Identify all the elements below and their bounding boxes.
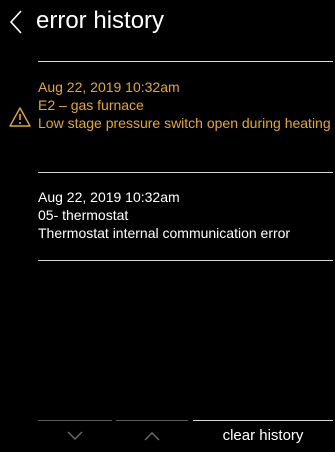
button-divider — [116, 420, 188, 421]
error-timestamp: Aug 22, 2019 10:32am — [38, 189, 180, 205]
divider — [38, 260, 333, 261]
header: error history — [0, 0, 335, 44]
clear-history-button[interactable]: clear history — [193, 420, 333, 452]
warning-icon — [9, 107, 31, 127]
error-source: E2 – gas furnace — [38, 97, 144, 113]
chevron-left-icon — [9, 10, 22, 34]
error-message: Thermostat internal communication error — [38, 225, 291, 241]
error-source: 05- thermostat — [38, 207, 129, 223]
back-button[interactable] — [6, 8, 28, 36]
scroll-down-button[interactable] — [38, 420, 112, 452]
scroll-up-button[interactable] — [116, 420, 188, 452]
error-entry[interactable]: Aug 22, 2019 10:32am E2 – gas furnace Lo… — [38, 78, 333, 132]
chevron-up-icon — [144, 432, 160, 441]
error-timestamp: Aug 22, 2019 10:32am — [38, 79, 180, 95]
button-divider — [193, 420, 333, 421]
divider — [38, 61, 333, 62]
clear-history-label: clear history — [222, 427, 304, 444]
chevron-down-icon — [67, 431, 83, 440]
button-divider — [38, 420, 112, 421]
error-message: Low stage pressure switch open during he… — [38, 115, 331, 131]
page-title: error history — [36, 7, 165, 34]
divider — [38, 172, 333, 173]
footer-bar: clear history — [0, 420, 335, 452]
error-entry[interactable]: Aug 22, 2019 10:32am 05- thermostat Ther… — [38, 188, 333, 242]
